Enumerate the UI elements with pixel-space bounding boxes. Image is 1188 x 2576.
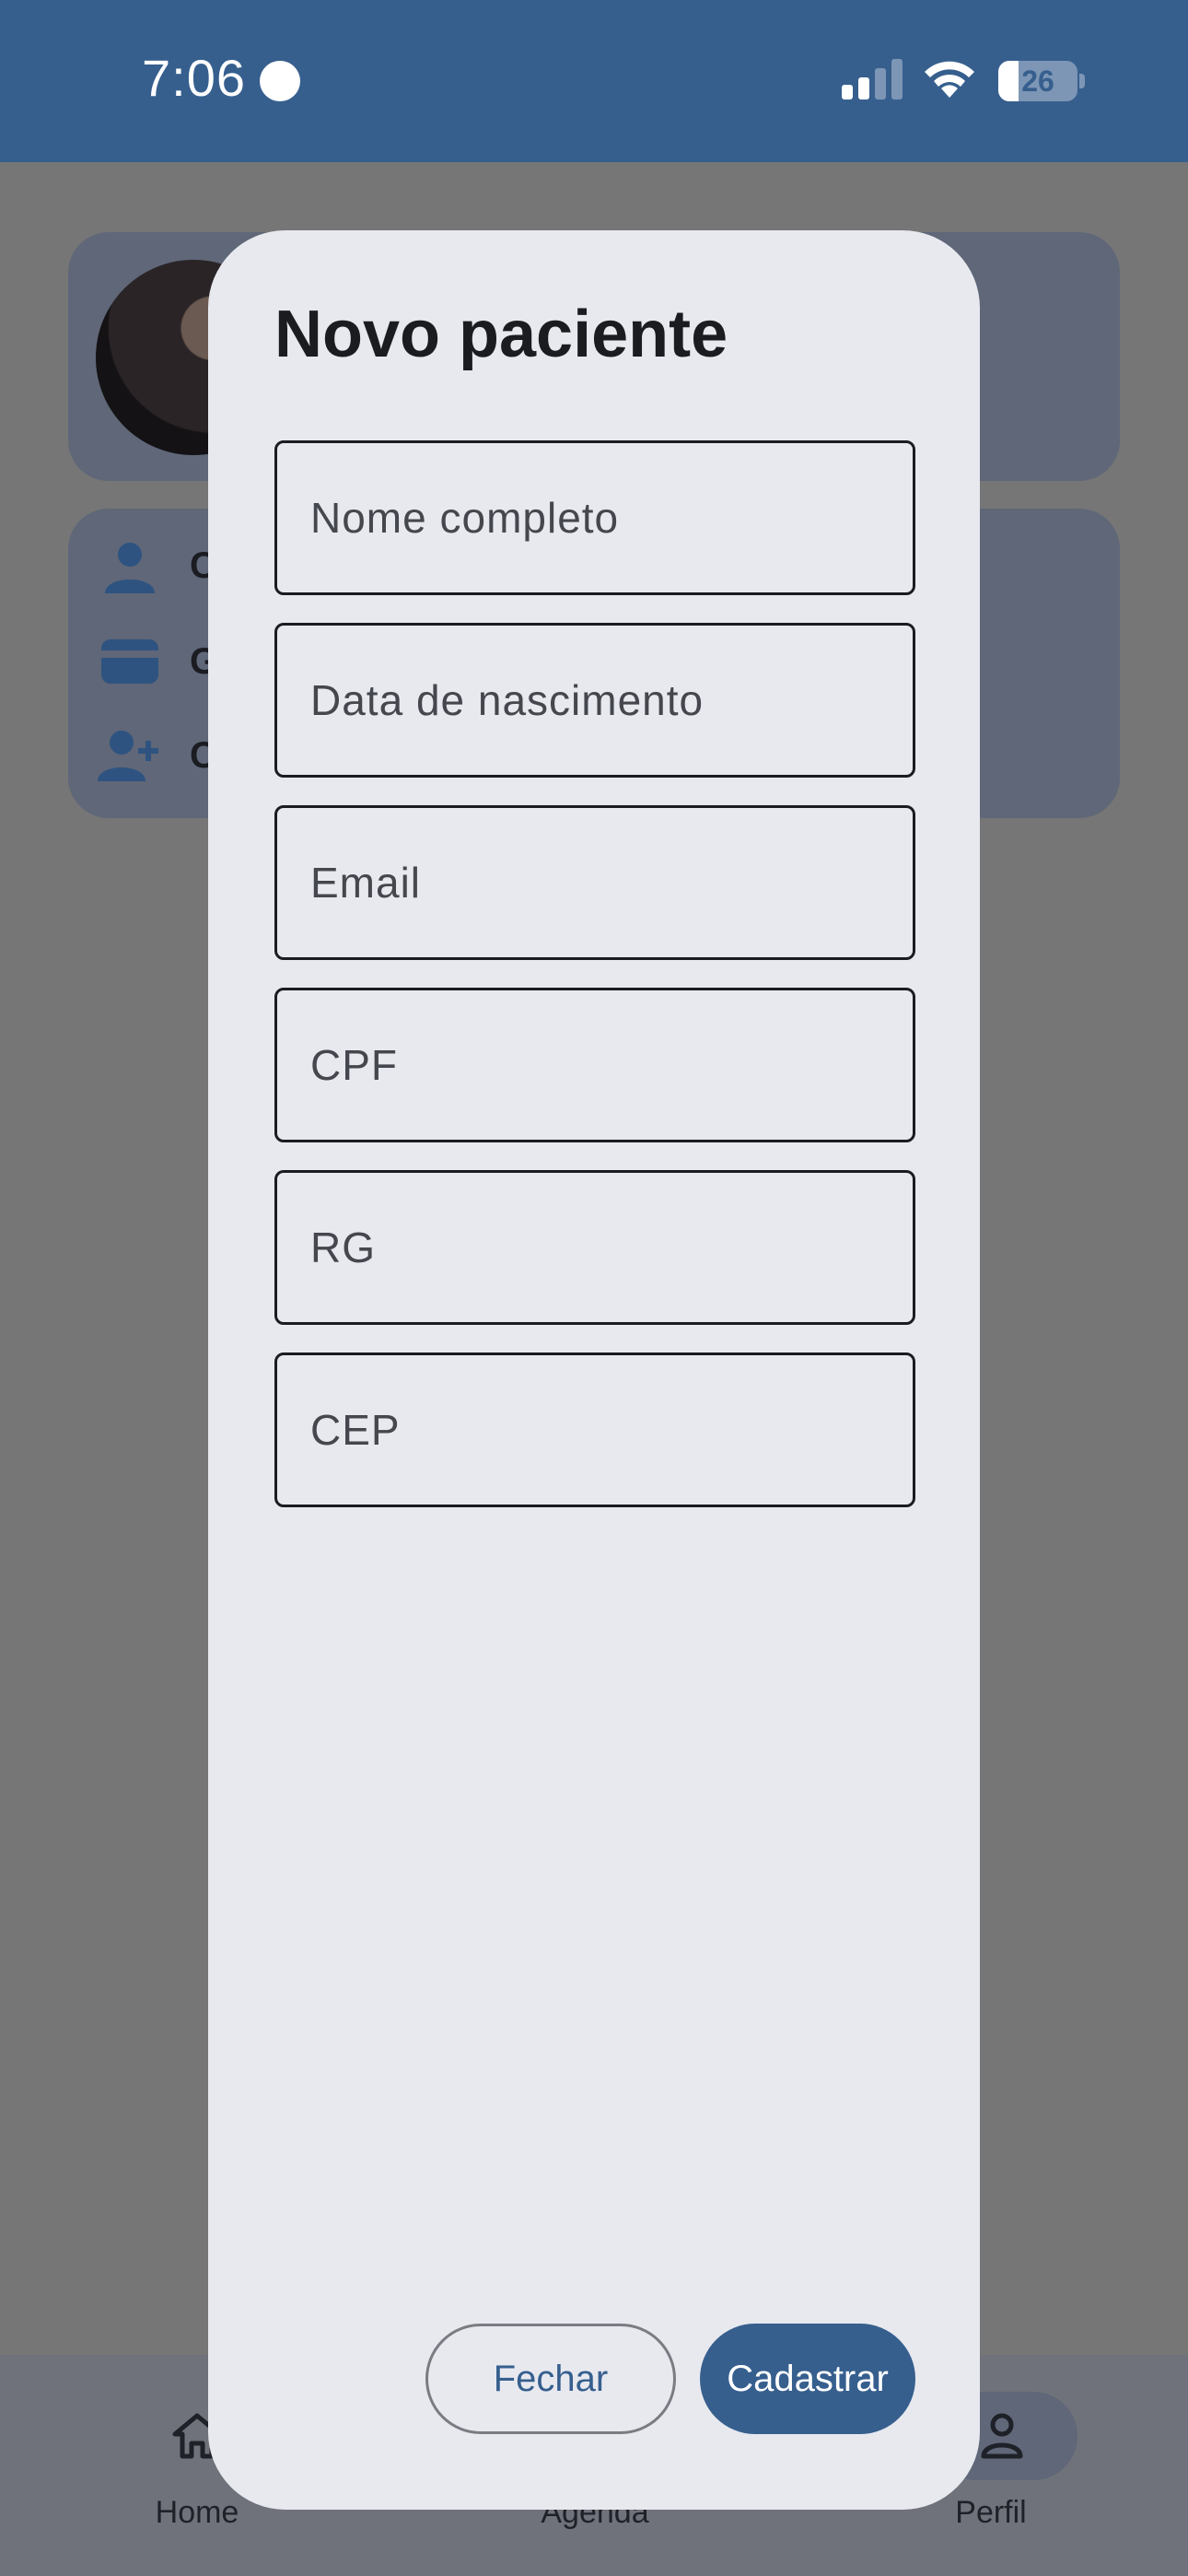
dialog-title: Novo paciente	[274, 298, 728, 371]
birth-date-field[interactable]	[274, 623, 915, 778]
email-input[interactable]	[277, 808, 913, 957]
cep-input[interactable]	[277, 1355, 913, 1505]
full-name-input[interactable]	[277, 443, 913, 592]
wifi-icon	[925, 61, 974, 98]
cep-field[interactable]	[274, 1352, 915, 1507]
status-time: 7:06	[142, 49, 246, 107]
person-outline-icon[interactable]	[976, 2412, 1028, 2460]
cellular-signal-icon	[842, 59, 904, 100]
birth-date-input[interactable]	[277, 626, 913, 775]
status-bar: 7:06 26	[0, 0, 1188, 162]
close-button[interactable]: Fechar	[425, 2324, 676, 2434]
email-field[interactable]	[274, 805, 915, 960]
battery-level: 26	[1021, 64, 1054, 98]
battery-icon: 26	[998, 61, 1085, 101]
cpf-input[interactable]	[277, 990, 913, 1140]
cpf-field[interactable]	[274, 988, 915, 1142]
wallet-icon	[101, 639, 158, 684]
rg-field[interactable]	[274, 1170, 915, 1325]
new-patient-dialog: Novo paciente Fechar Cadastrar	[208, 230, 980, 2510]
register-button[interactable]: Cadastrar	[700, 2324, 915, 2434]
full-name-field[interactable]	[274, 440, 915, 595]
person-icon	[105, 543, 155, 593]
person-add-icon	[98, 731, 158, 781]
rg-input[interactable]	[277, 1173, 913, 1322]
recording-dot-icon	[260, 61, 300, 101]
